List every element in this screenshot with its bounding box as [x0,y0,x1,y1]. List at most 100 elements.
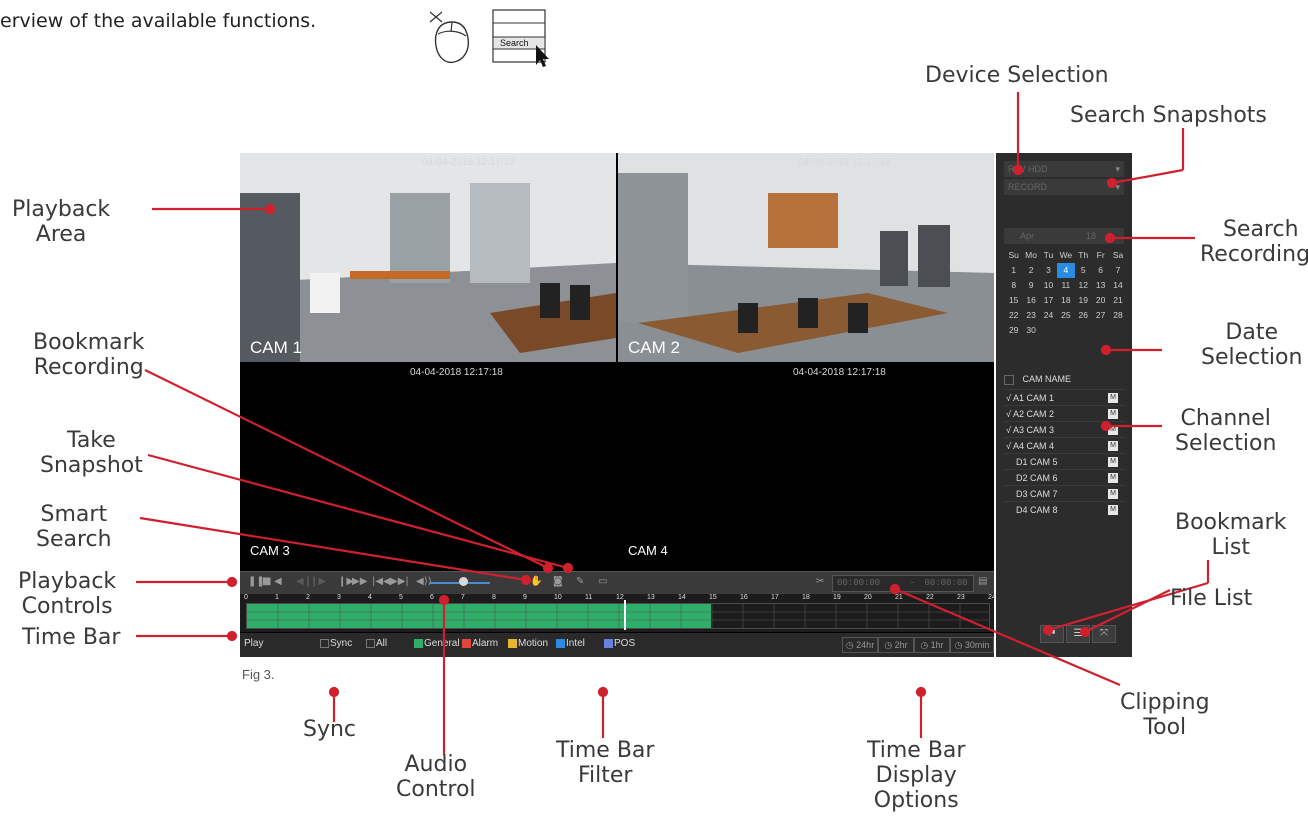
range-24hr-button[interactable]: ◷ 24hr [842,637,878,653]
calendar-day[interactable]: 3 [1040,263,1057,278]
label-audio-control-line-1: Audio [404,752,468,777]
bookmark-list-button[interactable]: ⚑ [1040,625,1064,643]
calendar-day[interactable]: 23 [1022,308,1039,323]
calendar-day[interactable]: 17 [1040,293,1057,308]
calendar-day[interactable]: 25 [1057,308,1074,323]
channel-row[interactable]: D2 CAM 6 M [1004,469,1126,486]
fast-forward-icon[interactable]: ▶▶ [352,576,367,587]
main-stream-badge[interactable]: M [1108,409,1118,419]
main-stream-badge[interactable]: M [1108,441,1118,451]
channel-row[interactable]: D3 CAM 7 M [1004,485,1126,502]
calendar-day[interactable]: 24 [1040,308,1057,323]
calendar-day[interactable]: 13 [1092,278,1109,293]
general-filter-checkbox[interactable] [414,639,423,648]
calendar-day[interactable]: 11 [1057,278,1074,293]
calendar-day[interactable]: 8 [1005,278,1022,293]
clip-start-time[interactable]: 00:00:00 [837,578,880,588]
camera-tile-3[interactable]: 04-04-2018 12:17:18 CAM 3 [240,363,616,570]
fullscreen-icon[interactable]: ▭ [598,576,607,587]
calendar-day[interactable]: 15 [1005,293,1022,308]
previous-record-icon[interactable]: |◀◀ [372,576,391,587]
channel-label: D4 CAM 8 [1016,505,1058,515]
calendar-day[interactable]: 1 [1005,263,1022,278]
range-1hr-button[interactable]: ◷ 1hr [914,637,950,653]
file-list-button[interactable]: ☰ [1066,625,1090,643]
channel-row[interactable]: √ A1 CAM 1 M [1004,389,1126,406]
calendar-day[interactable]: 4 [1057,263,1075,278]
main-stream-badge[interactable]: M [1108,473,1118,483]
calendar-day [1109,323,1126,338]
range-2hr-button[interactable]: ◷ 2hr [878,637,914,653]
pos-filter-checkbox[interactable] [604,639,613,648]
stop-icon[interactable]: ■ [262,576,271,587]
calendar-day[interactable]: 30 [1022,323,1039,338]
calendar: Su Mo Tu We Th Fr Sa 1 2 3 4 5 6 7 8 9 10 11 12 13 14 15 16 17… [1005,248,1127,338]
channel-row[interactable]: D4 CAM 8 M [1004,501,1126,518]
calendar-weekdays: Su Mo Tu We Th Fr Sa [1005,248,1127,263]
calendar-day[interactable]: 29 [1005,323,1022,338]
channel-header-checkbox[interactable] [1004,374,1014,385]
motion-filter-checkbox[interactable] [508,639,517,648]
save-clip-icon[interactable]: ▤ [978,576,987,587]
all-checkbox[interactable] [366,639,375,648]
camera-tile-1[interactable]: 04-04-2018 12:17:18 CAM 1 [240,153,616,362]
scissors-icon[interactable]: ✂ [816,576,824,587]
calendar-day[interactable]: 26 [1075,308,1092,323]
label-bookmark-list-line-2: List [1211,535,1250,560]
channel-row[interactable]: D1 CAM 5 M [1004,453,1126,470]
calendar-day[interactable]: 10 [1040,278,1057,293]
calendar-day[interactable]: 16 [1022,293,1039,308]
month-value[interactable]: Apr [1020,231,1034,241]
camera-tile-2[interactable]: 04-04-2018 12:17:18 CAM 2 [618,153,994,362]
time-bar[interactable]: 0 1 2 3 4 5 6 7 8 9 10 11 12 13 14 15 16 17 18 19 20 21 22 23 24 [240,594,996,632]
month-year-select[interactable]: Apr 18 [1004,228,1124,244]
main-stream-badge[interactable]: M [1108,425,1118,435]
calendar-day[interactable]: 12 [1075,278,1092,293]
calendar-day[interactable]: 21 [1109,293,1126,308]
intro-text: erview of the available functions. [0,10,317,32]
sync-checkbox[interactable] [320,639,329,648]
calendar-week: 29 30 [1005,323,1127,338]
snapshot-icon[interactable]: ◙ [553,576,563,587]
channel-label: √ A1 CAM 1 [1006,393,1054,403]
bookmark-icon[interactable]: ✎ [576,576,584,587]
channel-row[interactable]: √ A4 CAM 4 M [1004,437,1126,454]
main-stream-badge[interactable]: M [1108,489,1118,499]
clip-time-range[interactable]: 00:00:00 - 00:00:00 [832,575,974,592]
calendar-day[interactable]: 6 [1092,263,1109,278]
label-time-bar-display-options-line-2: Display [875,763,957,788]
device-select[interactable]: R/W HDD ▾ [1004,161,1124,177]
calendar-day[interactable]: 28 [1109,308,1126,323]
record-type-select[interactable]: RECORD ▾ [1004,179,1124,195]
next-frame-icon[interactable]: ❙▶ [310,576,326,587]
range-2hr-label: 2hr [894,640,908,650]
reverse-play-icon[interactable]: ◀ [274,576,282,587]
main-stream-badge[interactable]: M [1108,457,1118,467]
calendar-day[interactable]: 19 [1075,293,1092,308]
calendar-day[interactable]: 27 [1092,308,1109,323]
channel-row[interactable]: √ A3 CAM 3 M [1004,421,1126,438]
range-30min-button[interactable]: ◷ 30min [950,637,994,653]
main-stream-badge[interactable]: M [1108,505,1118,515]
next-record-icon[interactable]: ▶▶| [390,576,409,587]
clip-end-time[interactable]: 00:00:00 [924,578,967,588]
camera-1-image [240,153,616,362]
main-stream-badge[interactable]: M [1108,393,1118,403]
calendar-day[interactable]: 2 [1022,263,1039,278]
camera-tile-4[interactable]: 04-04-2018 12:17:18 CAM 4 [618,363,994,570]
smart-search-icon[interactable]: ✋ [530,576,542,587]
year-value[interactable]: 18 [1086,228,1096,244]
calendar-day[interactable]: 20 [1092,293,1109,308]
channel-row[interactable]: √ A2 CAM 2 M [1004,405,1126,422]
calendar-day[interactable]: 18 [1057,293,1074,308]
intel-filter-checkbox[interactable] [556,639,565,648]
timeline-cursor[interactable] [624,600,627,630]
calendar-day[interactable]: 14 [1109,278,1126,293]
volume-slider-thumb[interactable] [459,577,468,586]
calendar-day[interactable]: 22 [1005,308,1022,323]
alarm-filter-checkbox[interactable] [462,639,471,648]
split-view-button[interactable]: ⤧ [1092,625,1116,643]
calendar-day[interactable]: 7 [1109,263,1126,278]
calendar-day[interactable]: 5 [1075,263,1092,278]
calendar-day[interactable]: 9 [1022,278,1039,293]
